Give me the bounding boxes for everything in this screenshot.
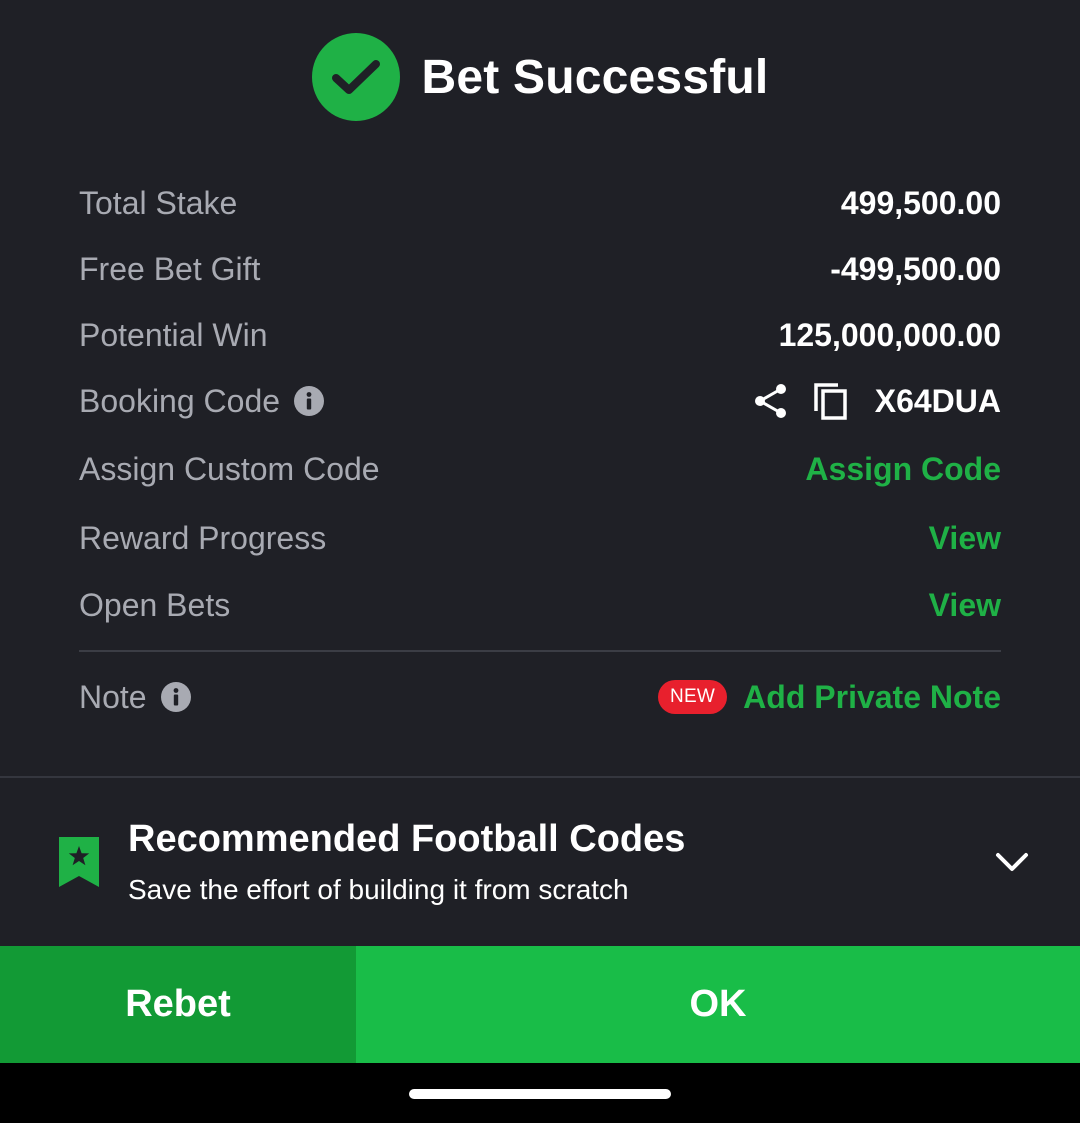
free-bet-gift-value: -499,500.00 (830, 250, 1001, 287)
note-action-wrap: NEW Add Private Note (657, 679, 1001, 716)
booking-code-value-wrap: X64DUA (749, 379, 1001, 423)
ok-button[interactable]: OK (356, 946, 1080, 1063)
check-circle-icon (311, 33, 400, 121)
row-total-stake: Total Stake 499,500.00 (79, 170, 1001, 236)
open-bets-view-link[interactable]: View (929, 587, 1001, 624)
row-open-bets: Open Bets View (79, 572, 1001, 638)
row-reward-progress: Reward Progress View (79, 504, 1001, 572)
booking-code-label: Booking Code (79, 382, 281, 419)
assign-code-link[interactable]: Assign Code (805, 451, 1001, 488)
reward-progress-label: Reward Progress (79, 519, 327, 556)
row-free-bet-gift: Free Bet Gift -499,500.00 (79, 236, 1001, 302)
section-divider (0, 776, 1080, 778)
header: Bet Successful (0, 32, 1080, 122)
booking-code-label-wrap: Booking Code (79, 382, 325, 420)
booking-code-value[interactable]: X64DUA (875, 383, 1001, 420)
recommended-codes-panel[interactable]: Recommended Football Codes Save the effo… (0, 800, 1080, 930)
open-bets-label: Open Bets (79, 586, 231, 623)
recommended-title: Recommended Football Codes (128, 818, 686, 860)
potential-win-value: 125,000,000.00 (778, 316, 1001, 353)
chevron-down-icon[interactable] (990, 842, 1034, 882)
home-indicator[interactable] (409, 1089, 671, 1099)
row-booking-code: Booking Code X64DUA (79, 368, 1001, 434)
note-label: Note (79, 678, 147, 715)
row-potential-win: Potential Win 125,000,000.00 (79, 302, 1001, 368)
add-private-note-link[interactable]: Add Private Note (743, 679, 1001, 716)
info-icon[interactable] (294, 386, 325, 416)
total-stake-value: 499,500.00 (840, 184, 1001, 221)
bookmark-star-icon (59, 837, 99, 887)
page-title: Bet Successful (421, 50, 769, 104)
free-bet-gift-label: Free Bet Gift (79, 250, 261, 287)
rebet-button[interactable]: Rebet (0, 946, 356, 1063)
assign-custom-code-label: Assign Custom Code (79, 450, 380, 487)
system-nav-bar (0, 1063, 1080, 1123)
total-stake-label: Total Stake (79, 184, 238, 221)
share-icon[interactable] (749, 379, 793, 423)
row-note: Note NEW Add Private Note (79, 652, 1001, 742)
note-label-wrap: Note (79, 679, 191, 716)
potential-win-label: Potential Win (79, 316, 268, 353)
bet-success-screen: Bet Successful Total Stake 499,500.00 Fr… (0, 0, 1080, 1123)
copy-icon[interactable] (809, 379, 853, 423)
info-icon[interactable] (160, 682, 191, 712)
new-badge: NEW (657, 680, 728, 714)
row-assign-custom-code: Assign Custom Code Assign Code (79, 434, 1001, 504)
recommended-subtitle: Save the effort of building it from scra… (128, 874, 629, 905)
action-bar: Rebet OK (0, 946, 1080, 1063)
reward-progress-view-link[interactable]: View (929, 520, 1001, 557)
bet-summary: Total Stake 499,500.00 Free Bet Gift -49… (79, 170, 1001, 742)
